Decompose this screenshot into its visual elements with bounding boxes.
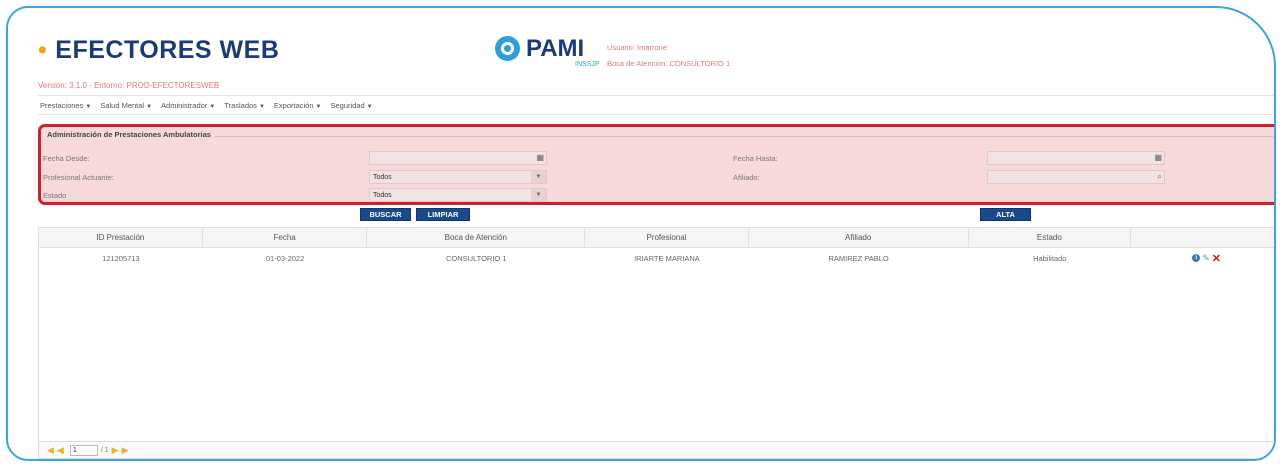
column-header[interactable]: Boca de Atención [367,228,586,247]
fecha-hasta-label: Fecha Hasta: [733,153,778,163]
info-icon[interactable]: i [1192,254,1201,262]
menu-exportacion[interactable]: Exportación ▼ [274,101,322,110]
chevron-down-icon: ▼ [146,103,153,110]
app-brand: • EFECTORES WEB [38,36,279,65]
filter-title: Administración de Prestaciones Ambulator… [47,130,215,139]
cell-profesional: IRIARTE MARIANA [634,253,700,263]
buscar-button[interactable]: BUSCAR [360,208,411,221]
pagination: ◀ ◀ 1 / 1 ▶ ▶ [39,441,1274,458]
fecha-hasta-input[interactable]: ▦ [987,151,1165,165]
chevron-down-icon: ▼ [85,103,92,110]
fecha-desde-label: Fecha Desde: [43,153,90,163]
chevron-down-icon: ▼ [209,103,216,110]
alta-button[interactable]: ALTA [980,208,1031,221]
cell-estado: Habilitado [1033,253,1067,263]
brand-dot: • [38,36,48,64]
table-row[interactable]: 121205713 01-03-2022 CONSULTORIO 1 IRIAR… [39,248,1274,268]
main-menu: Prestaciones ▼ Salud Mental ▼ Administrado… [38,95,1274,115]
chevron-down-icon: ▼ [258,103,265,110]
profesional-select[interactable]: Todos ▼ [369,170,547,184]
column-header[interactable]: Fecha [203,228,368,247]
column-header[interactable]: Afiliado [749,228,969,247]
chevron-down-icon[interactable]: ▼ [531,189,546,201]
chevron-down-icon[interactable]: ▼ [531,171,546,183]
menu-traslados[interactable]: Traslados ▼ [224,101,265,110]
page-total: / 1 [100,446,109,454]
column-header[interactable]: Profesional [585,228,749,247]
menu-administrador[interactable]: Administrador ▼ [161,101,215,110]
prestaciones-table: ID Prestación Fecha Boca de Atención Pro… [38,227,1274,459]
chevron-down-icon: ▼ [315,103,322,110]
menu-salud-mental[interactable]: Salud Mental ▼ [100,101,152,110]
estado-label: Estado [43,190,67,200]
edit-icon[interactable]: ✎ [1202,253,1210,264]
row-actions: i ✎ ✕ [1131,248,1274,268]
next-page-icon[interactable]: ▶ [112,445,119,456]
afiliado-input[interactable]: ⌕ [987,170,1165,184]
pami-logo: PAMI [495,36,584,61]
filter-row-fechas: Fecha Desde: ▦ Fecha Hasta: ▦ [41,149,1274,167]
cell-boca: CONSULTORIO 1 [445,253,507,263]
boca-atencion: Boca de Atencion: CONSULTORIO 1 [607,59,731,68]
version-info: Versión: 3.1.0 - Entorno: PROD-EFECTORES… [38,81,220,90]
delete-icon[interactable]: ✕ [1212,252,1221,265]
cell-afiliado: RAMIREZ PABLO [828,253,889,263]
column-header[interactable]: ID Prestación [39,228,203,247]
pami-logo-text: PAMI [526,34,585,62]
menu-prestaciones[interactable]: Prestaciones ▼ [40,101,91,110]
table-header: ID Prestación Fecha Boca de Atención Pro… [39,228,1274,248]
fecha-desde-input[interactable]: ▦ [369,151,547,165]
filter-row-profesional: Profesional Actuante: Todos ▼ Afiliado: ⌕ [41,168,1274,186]
pami-logo-icon [495,36,520,61]
user-info: Usuario: Imarrone Boca de Atencion: CONS… [607,40,730,72]
last-page-icon[interactable]: ▶ [122,445,129,456]
brand-title: EFECTORES WEB [55,36,280,64]
profesional-label: Profesional Actuante: [43,172,114,182]
column-header [1131,228,1274,247]
first-page-icon[interactable]: ◀ [47,445,54,456]
limpiar-button[interactable]: LIMPIAR [416,208,470,221]
prev-page-icon[interactable]: ◀ [57,445,64,456]
calendar-icon[interactable]: ▦ [536,153,544,162]
page-input[interactable]: 1 [69,444,98,456]
filter-title-divider [47,136,1273,137]
estado-select[interactable]: Todos ▼ [369,188,547,202]
calendar-icon[interactable]: ▦ [1154,153,1162,162]
column-header[interactable]: Estado [969,228,1132,247]
filter-panel: Administración de Prestaciones Ambulator… [38,124,1274,205]
pami-logo-subtitle: INSSJP [575,61,600,68]
filter-row-estado: Estado Todos ▼ [41,186,1274,202]
cell-fecha: 01-03-2022 [265,253,305,263]
chevron-down-icon: ▼ [366,103,373,110]
menu-seguridad[interactable]: Seguridad ▼ [330,101,372,110]
app-frame: • EFECTORES WEB Versión: 3.1.0 - Entorno:… [6,6,1276,461]
search-icon[interactable]: ⌕ [1158,172,1162,182]
cell-id: 121205713 [102,253,140,263]
user-name: Usuario: Imarrone [607,43,668,52]
afiliado-label: Afiliado: [733,172,760,182]
